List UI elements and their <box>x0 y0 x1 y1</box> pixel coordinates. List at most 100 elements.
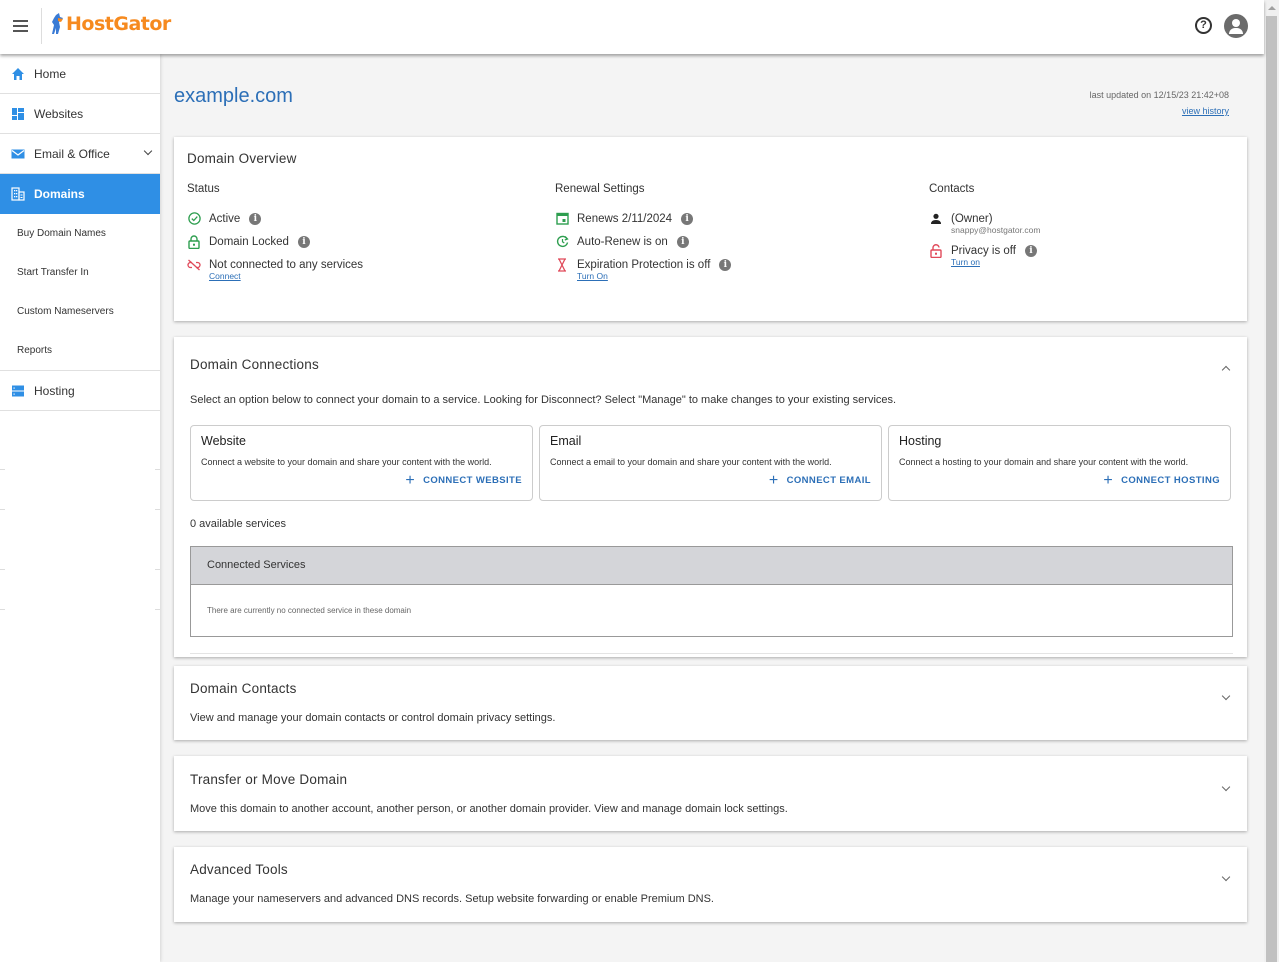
email-icon <box>11 147 25 161</box>
owner-text: (Owner) <box>951 212 993 225</box>
logo[interactable]: HostGator <box>50 13 171 35</box>
status-active-row: Active i <box>187 207 363 230</box>
user-avatar-icon[interactable] <box>1224 14 1248 38</box>
scroll-thumb[interactable] <box>1266 16 1277 962</box>
calendar-icon <box>555 212 569 226</box>
sidebar-divider <box>0 569 160 570</box>
domain-contacts-title: Domain Contacts <box>190 681 297 696</box>
auto-renew-icon <box>555 235 569 249</box>
logo-text: HostGator <box>66 13 171 35</box>
person-icon <box>929 212 943 226</box>
home-icon <box>11 67 25 81</box>
service-desc: Connect a email to your domain and share… <box>550 457 832 467</box>
sidebar-item-websites[interactable]: Websites <box>0 94 160 134</box>
domains-submenu: Buy Domain Names Start Transfer In Custo… <box>0 214 160 371</box>
sidebar-item-hosting[interactable]: Hosting <box>0 371 160 411</box>
chevron-down-icon[interactable] <box>1221 691 1231 701</box>
sidebar-subitem-start-transfer-in[interactable]: Start Transfer In <box>0 253 160 292</box>
service-desc: Connect a hosting to your domain and sha… <box>899 457 1189 467</box>
view-history-link[interactable]: view history <box>1090 106 1229 116</box>
privacy-text: Privacy is off <box>951 244 1016 257</box>
service-title: Website <box>201 434 246 448</box>
sidebar-item-label: Websites <box>34 106 84 121</box>
chevron-down-icon[interactable] <box>1221 872 1231 882</box>
help-icon[interactable]: ? <box>1195 17 1212 34</box>
service-card-website: Website Connect a website to your domain… <box>190 425 533 501</box>
renews-text: Renews 2/11/2024 <box>577 212 673 225</box>
plus-icon: + <box>405 471 416 489</box>
hosting-icon <box>11 384 25 398</box>
transfer-domain-title: Transfer or Move Domain <box>190 772 348 787</box>
page-title: example.com <box>174 85 293 107</box>
domain-connections-title[interactable]: Domain Connections <box>190 357 319 372</box>
connected-services-empty: There are currently no connected service… <box>207 606 412 615</box>
info-icon[interactable]: i <box>719 258 732 271</box>
sidebar-item-label: Hosting <box>34 383 75 398</box>
chevron-down-icon[interactable] <box>1221 782 1231 792</box>
top-bar: HostGator ? <box>0 0 1264 54</box>
info-icon[interactable]: i <box>676 235 689 248</box>
connect-link[interactable]: Connect <box>209 271 363 283</box>
connected-services-header: Connected Services <box>191 547 1232 585</box>
chevron-down-icon[interactable] <box>143 146 153 156</box>
plus-icon: + <box>768 471 779 489</box>
status-locked-row: Domain Locked i <box>187 230 363 253</box>
sidebar-subitem-custom-nameservers[interactable]: Custom Nameservers <box>0 292 160 331</box>
domain-contacts-card[interactable]: Domain Contacts View and manage your dom… <box>174 666 1247 740</box>
sidebar-item-label: Domains <box>34 187 85 201</box>
service-card-hosting: Hosting Connect a hosting to your domain… <box>888 425 1231 501</box>
websites-icon <box>11 107 25 121</box>
auto-renew-text: Auto-Renew is on <box>577 235 668 248</box>
sidebar-subitem-reports[interactable]: Reports <box>0 331 160 370</box>
status-active-text: Active <box>209 212 241 225</box>
transfer-domain-card[interactable]: Transfer or Move Domain Move this domain… <box>174 756 1247 831</box>
status-heading: Status <box>187 183 220 195</box>
connect-email-button[interactable]: + CONNECT EMAIL <box>768 471 871 489</box>
page-scrollbar[interactable] <box>1264 0 1279 962</box>
sidebar-item-home[interactable]: Home <box>0 54 160 94</box>
connect-hosting-button[interactable]: + CONNECT HOSTING <box>1103 472 1220 488</box>
domain-overview-title: Domain Overview <box>187 151 297 166</box>
sidebar-item-email-office[interactable]: Email & Office <box>0 134 160 174</box>
domain-connections-card: Domain Connections Select an option belo… <box>174 337 1247 657</box>
header-divider <box>41 8 42 44</box>
renewal-column: Renewal Settings Renews 2/11/2024 i Auto… <box>555 183 732 283</box>
chevron-up-icon[interactable] <box>1221 365 1231 375</box>
advanced-tools-title: Advanced Tools <box>190 862 288 877</box>
lock-icon <box>187 234 201 249</box>
info-icon[interactable]: i <box>1024 244 1037 257</box>
info-icon[interactable]: i <box>681 212 694 225</box>
info-icon[interactable]: i <box>249 212 262 225</box>
expiration-protection-text: Expiration Protection is off <box>577 258 711 271</box>
status-not-connected-text: Not connected to any services <box>209 258 364 271</box>
gator-mascot-icon <box>52 13 63 34</box>
privacy-turn-on-link[interactable]: Turn on <box>951 257 1040 269</box>
advanced-tools-card[interactable]: Advanced Tools Manage your nameservers a… <box>174 847 1247 922</box>
link-off-icon <box>187 258 201 272</box>
hourglass-off-icon <box>555 257 569 272</box>
info-icon[interactable]: i <box>297 235 310 248</box>
available-services-count: 0 available services <box>190 518 286 530</box>
button-label: CONNECT HOSTING <box>1121 475 1220 486</box>
menu-icon[interactable] <box>13 20 28 33</box>
renewal-heading: Renewal Settings <box>555 183 645 195</box>
renews-row: Renews 2/11/2024 i <box>555 207 731 230</box>
contacts-column: Contacts (Owner) snappy@hostgator.com Pr… <box>929 183 1040 269</box>
button-label: CONNECT WEBSITE <box>423 475 522 486</box>
last-updated: last updated on 12/15/23 21:42+08 view h… <box>1090 90 1229 116</box>
sidebar-item-label: Home <box>34 66 67 81</box>
check-circle-icon <box>187 212 201 226</box>
last-updated-text: last updated on 12/15/23 21:42+08 <box>1089 90 1229 100</box>
sidebar-item-domains[interactable]: Domains <box>0 174 160 214</box>
expiration-turn-on-link[interactable]: Turn On <box>577 271 731 283</box>
connected-services-table: Connected Services There are currently n… <box>190 546 1233 637</box>
connect-website-button[interactable]: + CONNECT WEBSITE <box>405 471 522 489</box>
service-desc: Connect a website to your domain and sha… <box>201 457 492 467</box>
sidebar-subitem-buy-domain-names[interactable]: Buy Domain Names <box>0 214 160 253</box>
service-card-email: Email Connect a email to your domain and… <box>539 425 882 501</box>
owner-email: snappy@hostgator.com <box>951 225 1041 235</box>
sidebar-item-label: Email & Office <box>34 146 110 161</box>
sidebar-divider <box>0 609 160 610</box>
auto-renew-row: Auto-Renew is on i <box>555 230 731 253</box>
scroll-up-arrow[interactable] <box>1268 6 1276 10</box>
